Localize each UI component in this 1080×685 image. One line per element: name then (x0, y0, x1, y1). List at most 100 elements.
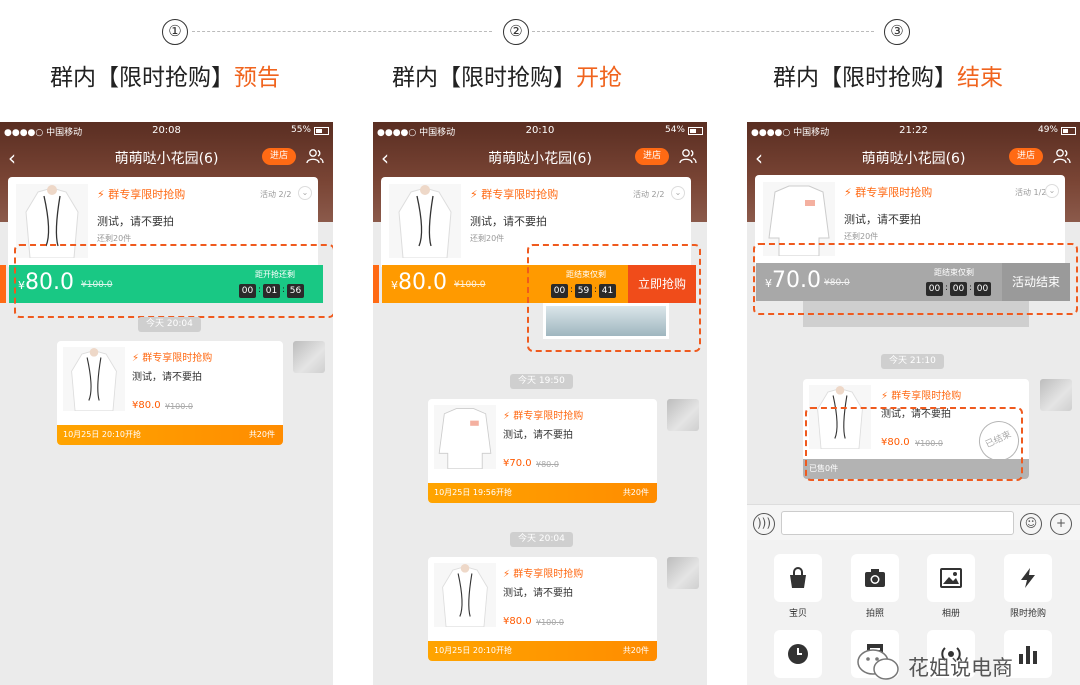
flash-sale-label: ⚡ 群专享限时抢购 (503, 569, 584, 580)
group-members-icon[interactable] (1053, 148, 1071, 164)
tool-item-album[interactable] (927, 554, 975, 602)
flash-sale-label: ⚡ 群专享限时抢购 (470, 188, 559, 201)
flash-sale-message[interactable]: ⚡ 群专享限时抢购 测试，请不要拍 ¥70.0 ¥80.0 10月25日 19:… (428, 399, 657, 503)
product-image (434, 405, 496, 469)
camera-icon (865, 569, 885, 587)
bag-icon (790, 567, 806, 588)
side-edge (373, 265, 379, 303)
message-footer: 10月25日 19:56开抢 共20件 (428, 483, 657, 503)
watermark: 花姐说电商 (856, 648, 1013, 682)
total-count: 共20件 (622, 646, 649, 655)
product-desc: 测试，请不要拍 (503, 588, 573, 599)
product-desc: 测试，请不要拍 (470, 215, 547, 228)
step-number: ① (162, 19, 188, 45)
product-desc: 测试，请不要拍 (132, 372, 202, 383)
battery-percent: 54% (664, 125, 685, 135)
activity-index: 活动 2/2 (633, 190, 665, 199)
message-footer: 10月25日 20:10开抢 共20件 (428, 641, 657, 661)
battery-percent: 55% (290, 125, 311, 135)
avatar[interactable] (667, 557, 699, 589)
tool-label: 宝贝 (788, 609, 807, 619)
original-price: ¥100.0 (536, 618, 564, 627)
message-input[interactable] (781, 511, 1014, 535)
wechat-icon (857, 649, 899, 680)
group-members-icon[interactable] (679, 148, 697, 164)
product-image (389, 184, 461, 258)
stock-remaining: 还剩20件 (97, 234, 132, 243)
flash-sale-label: ⚡ 群专享限时抢购 (132, 353, 213, 364)
product-desc: 测试，请不要拍 (503, 430, 573, 441)
tool-label: 限时抢购 (1009, 609, 1046, 619)
original-price: ¥100.0 (165, 402, 193, 411)
tool-item-flash-sale[interactable] (1004, 554, 1052, 602)
start-time: 10月25日 20:10开抢 (63, 430, 141, 439)
sale-price: ¥80.0 (132, 400, 161, 411)
clock: 20:08 (152, 125, 181, 136)
time-divider: 今天 21:10 (881, 354, 944, 369)
step-number: ③ (884, 19, 910, 45)
chevron-down-icon[interactable]: ⌄ (671, 186, 685, 200)
phone-screen-live: ●●●●○ 中国移动 20:10 54% ‹ 萌萌哒小花园(6) 进店 ⚡ 群专… (373, 122, 707, 685)
sale-price: ¥70.0 (503, 458, 532, 469)
phone-screen-ended: ●●●●○ 中国移动 21:22 49% ‹ 萌萌哒小花园(6) 进店 ⚡ 群专… (747, 122, 1080, 685)
battery-icon (1061, 127, 1076, 135)
plus-icon[interactable]: + (1050, 513, 1072, 535)
tool-item-camera[interactable] (851, 554, 899, 602)
total-count: 共20件 (248, 430, 275, 439)
activity-index: 活动 2/2 (260, 190, 292, 199)
flash-sale-label: ⚡ 群专享限时抢购 (97, 188, 186, 201)
flash-sale-label: ⚡ 群专享限时抢购 (503, 411, 584, 422)
tool-item-product[interactable] (774, 554, 822, 602)
time-divider: 今天 20:04 (138, 317, 201, 332)
time-divider: 今天 20:04 (510, 532, 573, 547)
highlight-box (753, 243, 1078, 315)
flash-sale-message[interactable]: ⚡ 群专享限时抢购 测试，请不要拍 ¥80.0 ¥100.0 10月25日 20… (57, 341, 283, 445)
tool-label: 拍照 (865, 609, 884, 619)
activity-index: 活动 1/2 (1015, 188, 1047, 197)
flash-sale-label: ⚡ 群专享限时抢购 (844, 186, 933, 199)
status-bar: ●●●●○ 中国移动 20:10 54% (373, 125, 707, 139)
product-desc: 测试，请不要拍 (97, 215, 174, 228)
chat-input-bar: ))) ☺ + (747, 504, 1080, 540)
battery-percent: 49% (1037, 125, 1058, 135)
step-title: 群内【限时抢购】开抢 (392, 65, 622, 91)
highlight-box (14, 244, 333, 318)
total-count: 共20件 (622, 488, 649, 497)
tool-label: 相册 (941, 609, 960, 619)
clock: 21:22 (899, 125, 928, 136)
chevron-down-icon[interactable]: ⌄ (1045, 184, 1059, 198)
flash-sale-label: ⚡ 群专享限时抢购 (881, 391, 962, 402)
step-number: ② (503, 19, 529, 45)
lightning-icon (1021, 568, 1035, 588)
enter-store-button[interactable]: 进店 (1009, 148, 1043, 165)
tool-item-clock[interactable] (774, 630, 822, 678)
enter-store-button[interactable]: 进店 (262, 148, 296, 165)
clock-icon (788, 644, 808, 664)
avatar[interactable] (667, 399, 699, 431)
chevron-down-icon[interactable]: ⌄ (298, 186, 312, 200)
avatar[interactable] (293, 341, 325, 373)
bar-chart-icon (1019, 646, 1037, 664)
start-time: 10月25日 19:56开抢 (434, 488, 512, 497)
group-members-icon[interactable] (306, 148, 324, 164)
highlight-box (527, 244, 701, 352)
avatar[interactable] (1040, 379, 1072, 411)
step-connector (192, 31, 492, 32)
flash-sale-message[interactable]: ⚡ 群专享限时抢购 测试，请不要拍 ¥80.0 ¥100.0 10月25日 20… (428, 557, 657, 661)
battery-icon (688, 127, 703, 135)
highlight-box (805, 407, 1023, 481)
voice-icon[interactable]: ))) (753, 513, 775, 535)
clock: 20:10 (525, 125, 555, 136)
enter-store-button[interactable]: 进店 (635, 148, 669, 165)
step-connector (532, 31, 874, 32)
status-bar: ●●●●○ 中国移动 21:22 49% (747, 125, 1080, 139)
time-divider: 今天 19:50 (510, 374, 573, 389)
emoji-icon[interactable]: ☺ (1020, 513, 1042, 535)
message-footer: 10月25日 20:10开抢 共20件 (57, 425, 283, 445)
product-image (434, 563, 496, 627)
step-title: 群内【限时抢购】结束 (773, 65, 1003, 91)
watermark-text: 花姐说电商 (908, 656, 1013, 680)
stock-remaining: 还剩20件 (844, 232, 879, 241)
side-edge (0, 265, 6, 303)
comparison-figure: ① ② ③ 群内【限时抢购】预告 群内【限时抢购】开抢 群内【限时抢购】结束 ●… (0, 0, 1080, 685)
